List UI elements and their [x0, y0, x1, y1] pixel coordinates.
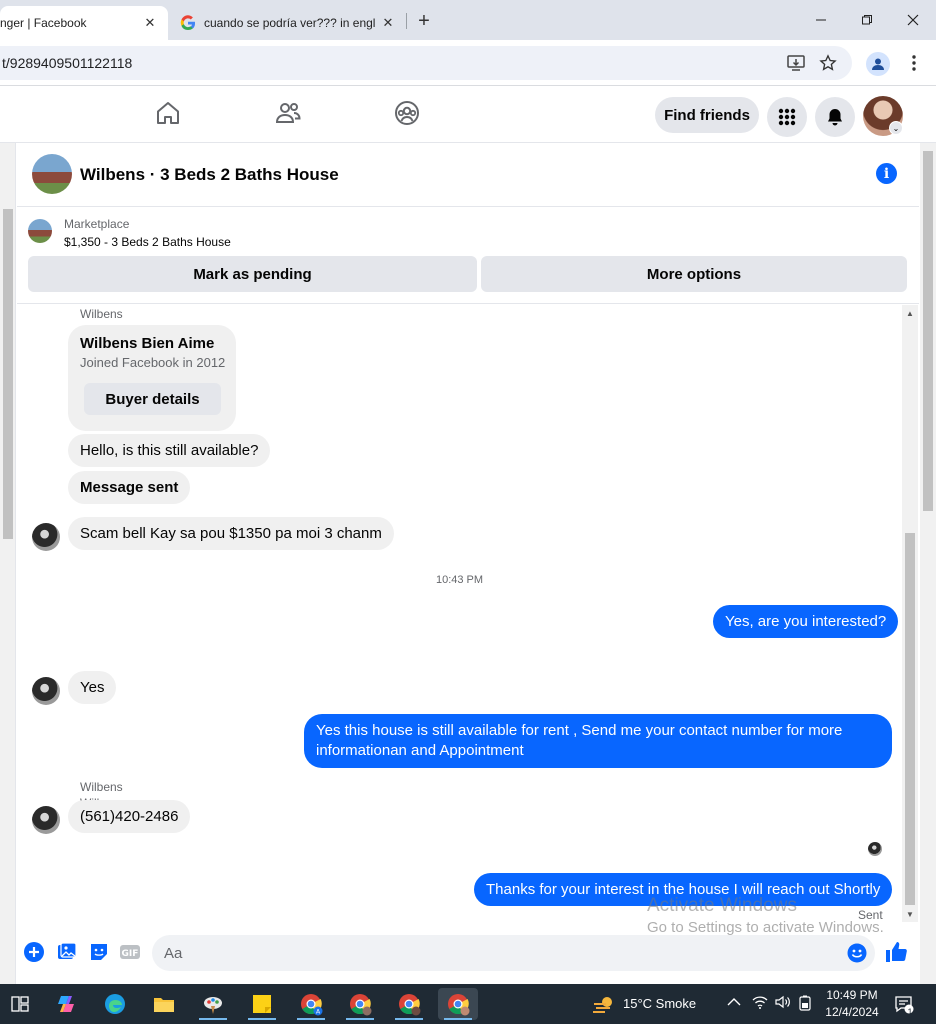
- notifications-bell-icon[interactable]: [815, 97, 855, 137]
- close-icon[interactable]: ✕: [380, 15, 396, 31]
- tab-label: cuando se podría ver??? in engl: [204, 16, 376, 30]
- activation-watermark-subtitle: Go to Settings to activate Windows.: [647, 919, 884, 936]
- read-receipt-avatar: [868, 842, 882, 856]
- page-scrollbar[interactable]: [920, 143, 936, 984]
- marketplace-listing-bar: Marketplace $1,350 - 3 Beds 2 Baths Hous…: [17, 208, 919, 304]
- task-view-icon[interactable]: [0, 988, 40, 1020]
- buyer-profile-card: Wilbens Bien Aime Joined Facebook in 201…: [68, 325, 236, 431]
- groups-icon[interactable]: [393, 99, 421, 127]
- browser-tab-strip: nger | Facebook ✕ cuando se podría ver??…: [0, 0, 936, 40]
- weather-text[interactable]: 15°C Smoke: [623, 996, 696, 1011]
- message-list[interactable]: Wilbens Wilbens Bien Aime Joined Faceboo…: [17, 305, 919, 922]
- listing-category: Marketplace: [64, 217, 130, 231]
- weather-haze-icon[interactable]: [592, 994, 616, 1014]
- left-scrollbar-thumb[interactable]: [3, 209, 13, 539]
- sender-name: Wilbens: [80, 780, 123, 794]
- incoming-message: Yes: [68, 671, 117, 704]
- windows-taskbar: A 15°C Smoke 10:49 PM 12/4/2024 1: [0, 984, 936, 1024]
- volume-icon[interactable]: [775, 995, 791, 1012]
- photo-icon[interactable]: [56, 941, 78, 963]
- sender-name: Wilbens: [80, 307, 123, 321]
- incoming-message: Hello, is this still available?: [68, 434, 271, 467]
- incoming-message: (561)420-2486: [68, 800, 191, 833]
- sender-avatar[interactable]: [32, 806, 60, 834]
- chat-panel: Wilbens · 3 Beds 2 Baths House i Marketp…: [17, 143, 919, 984]
- chrome-profile-a-icon[interactable]: A: [291, 988, 331, 1020]
- incoming-message: Scam bell Kay sa pou $1350 pa moi 3 chan…: [68, 517, 394, 550]
- buyer-details-button[interactable]: Buyer details: [84, 383, 221, 415]
- buyer-name: Wilbens Bien Aime: [80, 335, 215, 352]
- message-scrollbar-thumb[interactable]: [905, 533, 915, 905]
- browser-toolbar: t/9289409501122118: [0, 40, 936, 86]
- chat-header: Wilbens · 3 Beds 2 Baths House i: [17, 143, 919, 207]
- home-icon[interactable]: [154, 99, 182, 127]
- menu-grid-icon[interactable]: [767, 97, 807, 137]
- chat-title[interactable]: Wilbens · 3 Beds 2 Baths House: [80, 165, 339, 185]
- mark-as-pending-button[interactable]: Mark as pending: [28, 256, 477, 292]
- more-options-button[interactable]: More options: [481, 256, 907, 292]
- scroll-up-icon[interactable]: ▲: [906, 309, 914, 318]
- chrome-profile-icon[interactable]: [389, 988, 429, 1020]
- taskbar-clock-time[interactable]: 10:49 PM: [826, 988, 878, 1002]
- chevron-up-icon[interactable]: [727, 995, 741, 1010]
- close-window-icon[interactable]: [890, 8, 936, 32]
- friends-icon[interactable]: [274, 99, 302, 127]
- emoji-icon[interactable]: [847, 943, 867, 963]
- sticker-icon[interactable]: [88, 941, 110, 963]
- activation-watermark-title: Activate Windows: [647, 895, 797, 916]
- plus-icon[interactable]: [23, 941, 45, 963]
- browser-menu-icon[interactable]: [903, 52, 925, 74]
- listing-avatar[interactable]: [32, 154, 72, 194]
- battery-icon[interactable]: [799, 995, 811, 1014]
- listing-price-title[interactable]: $1,350 - 3 Beds 2 Baths House: [64, 235, 231, 249]
- file-explorer-icon[interactable]: [144, 988, 184, 1020]
- gif-icon[interactable]: GIF: [119, 941, 141, 963]
- outgoing-message: Yes, are you interested?: [713, 605, 899, 638]
- url-text: t/9289409501122118: [2, 55, 133, 71]
- notification-count-badge: 1: [907, 1007, 913, 1017]
- address-bar[interactable]: t/9289409501122118: [0, 46, 852, 80]
- minimize-icon[interactable]: [798, 8, 844, 32]
- tab-divider: [406, 13, 407, 29]
- message-input[interactable]: [152, 935, 875, 971]
- message-timestamp: 10:43 PM: [435, 574, 484, 586]
- google-icon: [180, 15, 196, 31]
- svg-text:GIF: GIF: [122, 949, 139, 959]
- sender-avatar[interactable]: [32, 677, 60, 705]
- facebook-top-nav: Find friends ⌄: [0, 87, 936, 143]
- info-icon[interactable]: i: [876, 163, 897, 184]
- paint-app-icon[interactable]: [193, 988, 233, 1020]
- thumbs-up-icon[interactable]: [884, 940, 908, 964]
- wifi-icon[interactable]: [752, 995, 768, 1012]
- tab-google-search[interactable]: cuando se podría ver??? in engl ✕: [170, 6, 406, 40]
- message-scrollbar[interactable]: ▲ ▼: [902, 305, 918, 922]
- edge-icon[interactable]: [95, 988, 135, 1020]
- copilot-icon[interactable]: [46, 988, 86, 1020]
- new-tab-icon[interactable]: +: [414, 10, 434, 33]
- page-scrollbar-thumb[interactable]: [923, 151, 933, 511]
- left-scrollbar[interactable]: [0, 143, 16, 984]
- incoming-message: Message sent: [68, 471, 191, 504]
- sender-avatar[interactable]: [32, 523, 60, 551]
- restore-icon[interactable]: [844, 8, 890, 32]
- profile-icon[interactable]: [866, 52, 890, 76]
- tab-facebook[interactable]: nger | Facebook ✕: [0, 6, 168, 40]
- tab-label: nger | Facebook: [0, 16, 87, 30]
- chrome-profile-icon[interactable]: [340, 988, 380, 1020]
- chevron-down-icon[interactable]: ⌄: [889, 121, 903, 135]
- taskbar-clock-date[interactable]: 12/4/2024: [824, 1005, 880, 1019]
- find-friends-button[interactable]: Find friends: [655, 97, 759, 133]
- buyer-joined: Joined Facebook in 2012: [80, 355, 226, 370]
- outgoing-message: Yes this house is still available for re…: [304, 714, 892, 768]
- chrome-profile-icon[interactable]: [438, 988, 478, 1020]
- listing-thumbnail[interactable]: [28, 219, 52, 243]
- bookmark-star-icon[interactable]: [817, 52, 839, 74]
- scroll-down-icon[interactable]: ▼: [906, 910, 914, 919]
- close-icon[interactable]: ✕: [142, 15, 158, 31]
- install-app-icon[interactable]: [785, 52, 807, 74]
- sticky-notes-icon[interactable]: [242, 988, 282, 1020]
